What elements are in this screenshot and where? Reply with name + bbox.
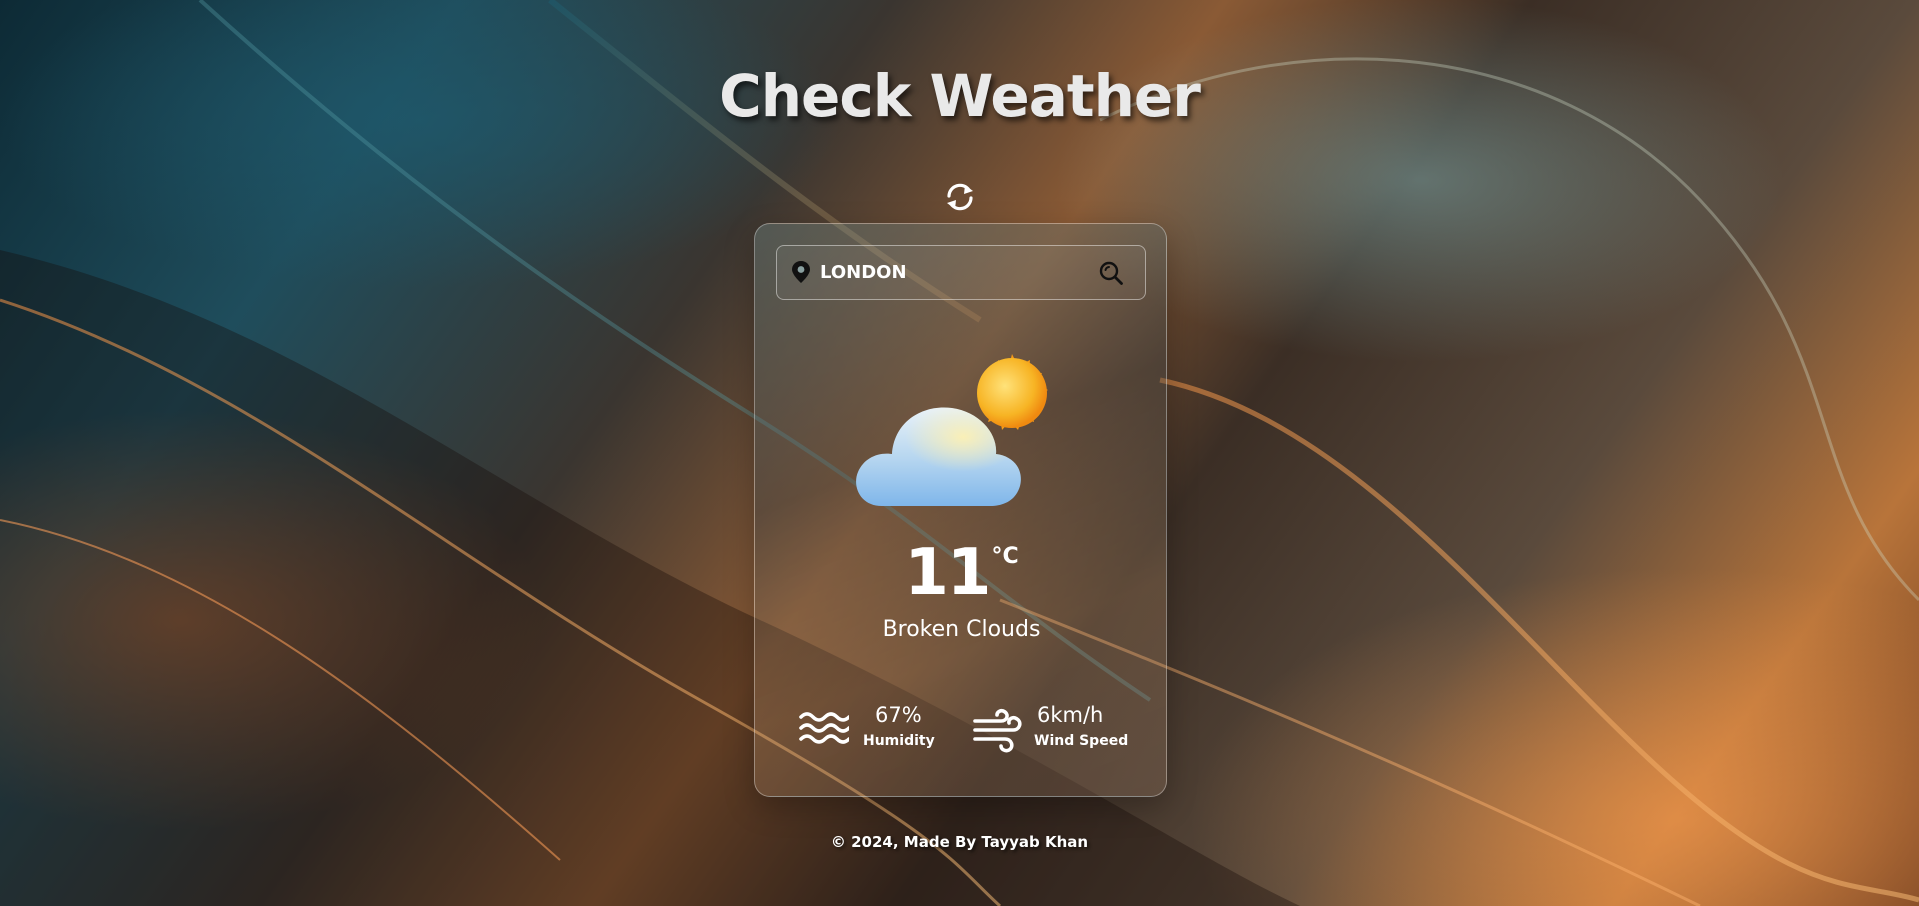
wind-speed-value: 6km/h [1037, 703, 1104, 727]
weather-description: Broken Clouds [882, 617, 1041, 642]
location-pin-icon [792, 261, 810, 283]
wind-stat: 6km/h Wind Speed [973, 701, 1143, 761]
wind-speed-label: Wind Speed [1034, 733, 1129, 749]
footer-credit: © 2024, Made By Tayyab Khan [830, 833, 1089, 851]
waves-icon [799, 712, 849, 744]
humidity-stat: 67% Humidity [799, 701, 949, 761]
page-title: Check Weather [719, 62, 1201, 130]
refresh-icon[interactable] [943, 182, 977, 212]
temperature-display: 11°C [755, 536, 1168, 610]
search-bar [776, 245, 1146, 300]
humidity-label: Humidity [863, 733, 935, 749]
humidity-value: 67% [875, 703, 922, 727]
temperature-value: 11 [904, 536, 991, 610]
city-search-input[interactable] [820, 256, 1090, 288]
search-icon[interactable] [1098, 260, 1124, 286]
wind-icon [973, 708, 1022, 753]
temperature-unit: °C [991, 544, 1019, 569]
weather-card: 11°C Broken Clouds 67% Humidity 6km/h Wi… [754, 223, 1167, 797]
cloud-sun-icon [856, 354, 1048, 506]
